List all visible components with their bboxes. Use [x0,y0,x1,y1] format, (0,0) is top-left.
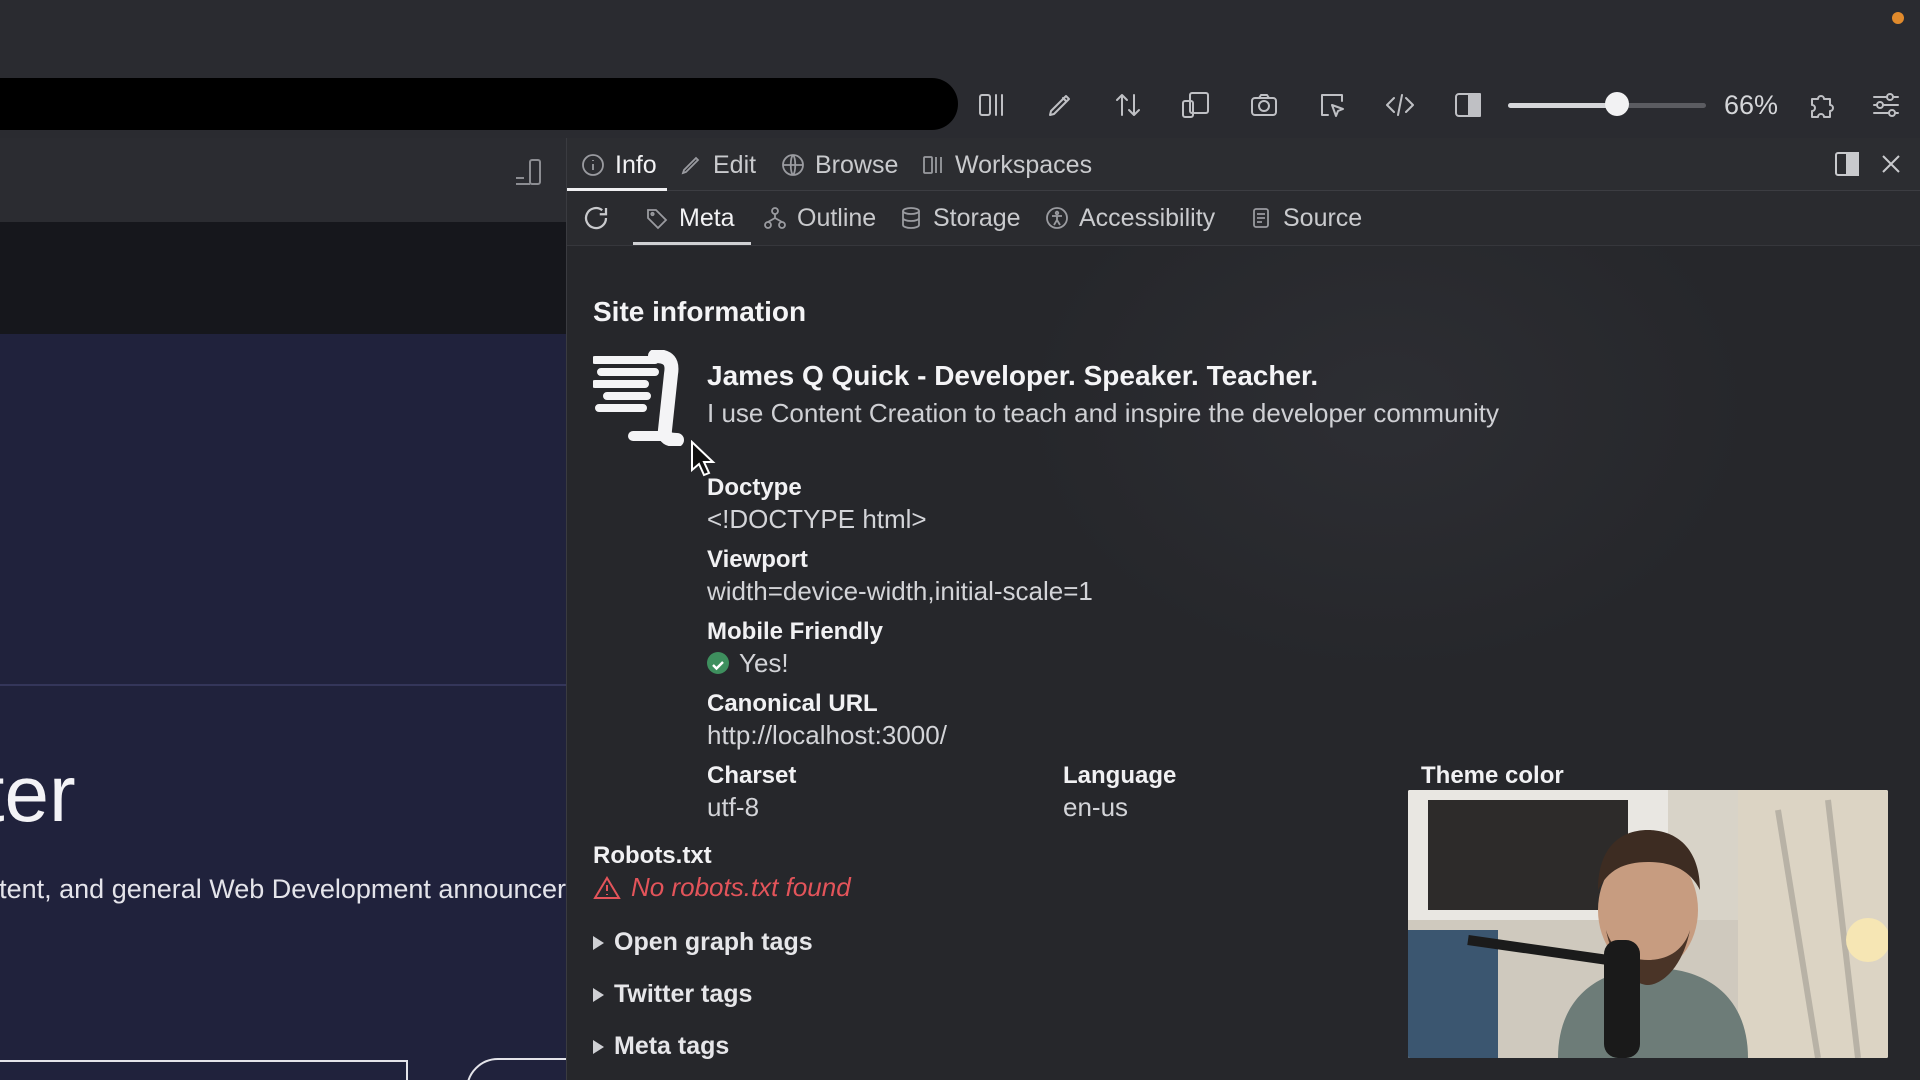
open-graph-toggle[interactable]: Open graph tags [593,928,813,957]
mobile-friendly-label: Mobile Friendly [707,618,884,645]
tab-storage-label: Storage [933,203,1021,232]
viewport-label: Viewport [707,546,808,573]
close-icon[interactable] [1875,148,1907,180]
disclosure-triangle-icon [593,987,604,1002]
robots-label: Robots.txt [593,842,712,869]
disclosure-triangle-icon [593,1039,604,1054]
tab-edit-label: Edit [713,150,757,179]
canonical-url-value[interactable]: http://localhost:3000/ [707,720,947,751]
address-bar[interactable] [0,78,958,130]
canonical-url-label: Canonical URL [707,690,878,717]
tab-outline-label: Outline [797,203,877,232]
page-preview[interactable]: tter tent, and general Web Development a… [0,138,566,1080]
viewport-value: width=device-width,initial-scale=1 [707,576,1093,606]
pencil-icon [681,156,700,175]
mobile-friendly-value: Yes! [707,648,789,679]
tab-accessibility-label: Accessibility [1079,203,1216,232]
tab-info-label: Info [615,150,657,179]
tab-browse[interactable]: Browse [781,148,898,182]
theme-color-label: Theme color [1421,762,1564,789]
puzzle-icon[interactable] [1804,87,1840,123]
divider [0,684,566,686]
workspaces-icon [923,156,942,174]
tab-browse-label: Browse [815,150,899,179]
twitter-tags-label: Twitter tags [614,980,753,1008]
presenter-image [1408,790,1888,1058]
split-view-icon[interactable] [974,87,1010,123]
pen-icon[interactable] [1042,87,1078,123]
tab-storage[interactable]: Storage [899,201,1021,235]
devices-icon[interactable] [1178,87,1214,123]
language-value: en-us [1063,792,1129,822]
meta-tags-toggle[interactable]: Meta tags [593,1032,729,1061]
warning-icon [593,875,621,899]
check-icon [707,652,729,675]
refresh-icon[interactable] [581,201,621,235]
arrows-up-down-icon[interactable] [1110,87,1146,123]
tab-edit[interactable]: Edit [679,148,756,182]
recording-indicator [1892,12,1904,24]
meta-tags-label: Meta tags [614,1032,730,1060]
open-graph-label: Open graph tags [614,928,813,956]
charset-label: Charset [707,762,797,789]
tab-source[interactable]: Source [1249,201,1362,235]
site-title: James Q Quick - Developer. Speaker. Teac… [707,360,1319,391]
robots-error: No robots.txt found [593,872,851,903]
tab-info[interactable]: Info [581,148,657,182]
page-subtext: tent, and general Web Development announ… [0,874,566,904]
site-logo [593,350,684,446]
doctype-value: <!DOCTYPE html> [707,504,927,534]
info-icon [582,154,604,176]
mobile-friendly-text: Yes! [739,648,789,678]
page-input-box[interactable] [0,1060,408,1080]
secondary-tabs: Meta Outline Storage Accessibility Sourc… [567,191,1920,246]
tab-accessibility[interactable]: Accessibility [1045,201,1215,235]
zoom-slider-fill [1508,103,1617,108]
page-pill-button[interactable] [466,1058,566,1080]
tab-workspaces[interactable]: Workspaces [921,148,1092,182]
database-icon [902,207,920,229]
outline-icon [764,207,786,229]
tab-meta[interactable]: Meta [645,201,735,235]
charset-value: utf-8 [707,792,760,822]
tab-outline[interactable]: Outline [763,201,876,235]
zoom-slider-handle[interactable] [1604,92,1629,116]
tab-source-label: Source [1283,203,1363,232]
sliders-icon[interactable] [1868,87,1904,123]
webcam-overlay [1408,790,1888,1058]
zoom-level: 66% [1724,90,1779,120]
tag-icon [647,209,668,230]
sidebar-icon[interactable] [1450,87,1486,123]
preview-header [0,138,566,222]
accessibility-icon [1046,207,1068,229]
select-cursor-icon[interactable] [1314,87,1350,123]
dock-panel-icon[interactable] [1831,148,1863,180]
tab-workspaces-label: Workspaces [955,150,1093,179]
disclosure-triangle-icon [593,935,604,950]
code-icon[interactable] [1382,87,1418,123]
active-subtab-indicator [633,242,751,245]
twitter-tags-toggle[interactable]: Twitter tags [593,980,752,1009]
mouse-cursor-icon [691,440,716,477]
robots-error-text: No robots.txt found [631,872,851,902]
preview-nav [0,222,566,334]
section-title: Site information [593,296,807,327]
site-description: I use Content Creation to teach and insp… [707,398,1500,428]
language-label: Language [1063,762,1177,789]
primary-tabs: Info Edit Browse Workspaces [567,138,1920,191]
responsive-toggle-icon[interactable] [512,156,548,192]
globe-icon [782,154,804,176]
page-heading: tter [0,749,76,838]
document-icon [1253,208,1269,228]
doctype-label: Doctype [707,474,802,501]
camera-icon[interactable] [1246,87,1282,123]
tab-meta-label: Meta [679,203,735,232]
window-titlebar [0,0,1920,72]
